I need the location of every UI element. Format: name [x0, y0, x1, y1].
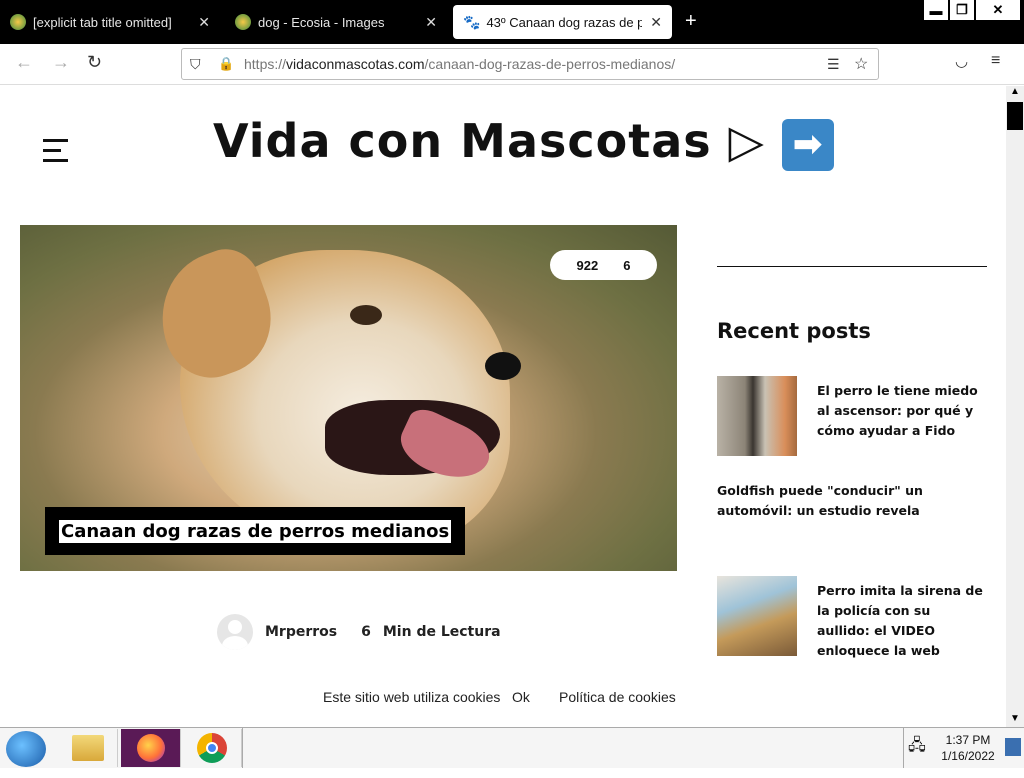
cookie-policy-link[interactable]: Política de cookies [559, 689, 676, 705]
pocket-icon[interactable]: ◡ [955, 52, 968, 70]
hamburger-menu-icon[interactable] [43, 139, 68, 169]
taskbar: 🖧 1:37 PM 1/16/2022 [0, 727, 1024, 768]
menu-icon[interactable]: ≡ [991, 52, 1000, 70]
recent-post-title[interactable]: Goldfish puede "conducir" un automóvil: … [717, 481, 987, 521]
tab-title: [explicit tab title omitted] [33, 14, 172, 30]
firefox-taskbar-icon[interactable] [121, 729, 181, 767]
article-stats-pill: 922 6 [550, 250, 657, 280]
divider [717, 266, 987, 267]
start-button[interactable] [6, 731, 46, 767]
tab-title: dog - Ecosia - Images [258, 14, 385, 30]
avatar[interactable] [217, 614, 253, 650]
arrow-right-emoji-icon: ➡ [782, 118, 835, 171]
hero-image[interactable]: 922 6 Canaan dog razas de perros mediano… [20, 225, 677, 571]
url-path: /canaan-dog-razas-de-perros-medianos/ [424, 56, 676, 72]
cookie-ok-button[interactable]: Ok [512, 689, 530, 705]
site-title[interactable]: Vida con Mascotas ▷ ➡ [213, 114, 835, 171]
url-text[interactable]: https://vidaconmascotas.com/canaan-dog-r… [244, 56, 675, 72]
post-thumbnail[interactable] [717, 576, 797, 656]
tab-title: 43º Canaan dog razas de perros [486, 14, 643, 30]
tab-1[interactable]: [explicit tab title omitted] ✕ [0, 5, 220, 39]
new-tab-button[interactable]: + [685, 10, 697, 33]
recent-posts-heading: Recent posts [717, 319, 871, 343]
clock[interactable]: 1:37 PM 1/16/2022 [936, 732, 1000, 772]
url-scheme: https:// [244, 56, 287, 72]
back-icon[interactable]: ← [15, 52, 33, 73]
cookie-bar: Este sitio web utiliza cookies Ok Políti… [0, 686, 1006, 710]
file-explorer-icon[interactable] [58, 729, 118, 767]
taskbar-empty-area [242, 728, 904, 768]
minimize-button[interactable]: ▬ [924, 0, 948, 20]
article-title-text: Canaan dog razas de perros medianos [59, 519, 452, 543]
site-title-text: Vida con Mascotas ▷ [213, 114, 766, 168]
views-count: 922 [576, 257, 599, 273]
cookie-message: Este sitio web utiliza cookies [323, 689, 501, 705]
author-meta: Mrperros 6 Min de Lectura [217, 614, 501, 650]
recent-post-item[interactable]: El perro le tiene miedo al ascensor: por… [717, 376, 987, 456]
scroll-up-icon[interactable]: ▲ [1010, 86, 1020, 97]
clock-date: 1/16/2022 [941, 749, 995, 763]
url-bar[interactable]: ⛉ 🔒 https://vidaconmascotas.com/canaan-d… [181, 48, 879, 80]
shield-icon[interactable]: ⛉ [190, 56, 206, 73]
navigation-bar: ← → ↻ ⛉ 🔒 https://vidaconmascotas.com/ca… [0, 44, 1024, 85]
reader-view-icon[interactable]: ☰ [827, 56, 840, 73]
restore-button[interactable]: ❐ [950, 0, 974, 20]
comments-count[interactable]: 6 [623, 258, 630, 273]
forward-icon[interactable]: → [52, 52, 70, 73]
network-tray-icon[interactable]: 🖧 [908, 738, 926, 778]
clock-time: 1:37 PM [945, 733, 991, 747]
reload-icon[interactable]: ↻ [87, 52, 102, 73]
ecosia-favicon-icon [235, 14, 251, 30]
tab-close-icon[interactable]: ✕ [425, 14, 437, 31]
tab-close-icon[interactable]: ✕ [198, 14, 210, 31]
bookmark-star-icon[interactable]: ☆ [854, 54, 868, 74]
close-window-button[interactable]: ✕ [976, 0, 1020, 20]
article-title: Canaan dog razas de perros medianos [45, 507, 466, 555]
web-page: Vida con Mascotas ▷ ➡ 922 6 Canaan dog r… [0, 86, 1006, 727]
show-desktop-icon[interactable] [1005, 738, 1021, 756]
tab-bar: [explicit tab title omitted] ✕ dog - Eco… [0, 0, 1024, 44]
tab-3-active[interactable]: 🐾 43º Canaan dog razas de perros ✕ [453, 5, 672, 39]
lock-icon[interactable]: 🔒 [218, 56, 234, 72]
url-host: vidaconmascotas.com [286, 56, 425, 72]
recent-post-title[interactable]: Perro imita la sirena de la policía con … [817, 581, 987, 661]
post-thumbnail[interactable] [717, 376, 797, 456]
read-time-label: Min de Lectura [382, 624, 501, 640]
ecosia-favicon-icon [10, 14, 26, 30]
recent-post-title[interactable]: El perro le tiene miedo al ascensor: por… [817, 381, 987, 441]
chrome-taskbar-icon[interactable] [182, 729, 242, 767]
read-time-number: 6 [361, 624, 371, 640]
recent-post-item[interactable]: Goldfish puede "conducir" un automóvil: … [717, 481, 987, 531]
tab-2[interactable]: dog - Ecosia - Images ✕ [225, 5, 447, 39]
paw-favicon-icon: 🐾 [463, 13, 481, 30]
scrollbar[interactable]: ▲ ▼ [1006, 86, 1024, 727]
author-name[interactable]: Mrperros [265, 624, 337, 640]
tab-close-icon[interactable]: ✕ [650, 14, 662, 31]
recent-post-item[interactable]: Perro imita la sirena de la policía con … [717, 576, 987, 658]
scrollbar-thumb[interactable] [1007, 102, 1023, 130]
scroll-down-icon[interactable]: ▼ [1010, 713, 1020, 724]
